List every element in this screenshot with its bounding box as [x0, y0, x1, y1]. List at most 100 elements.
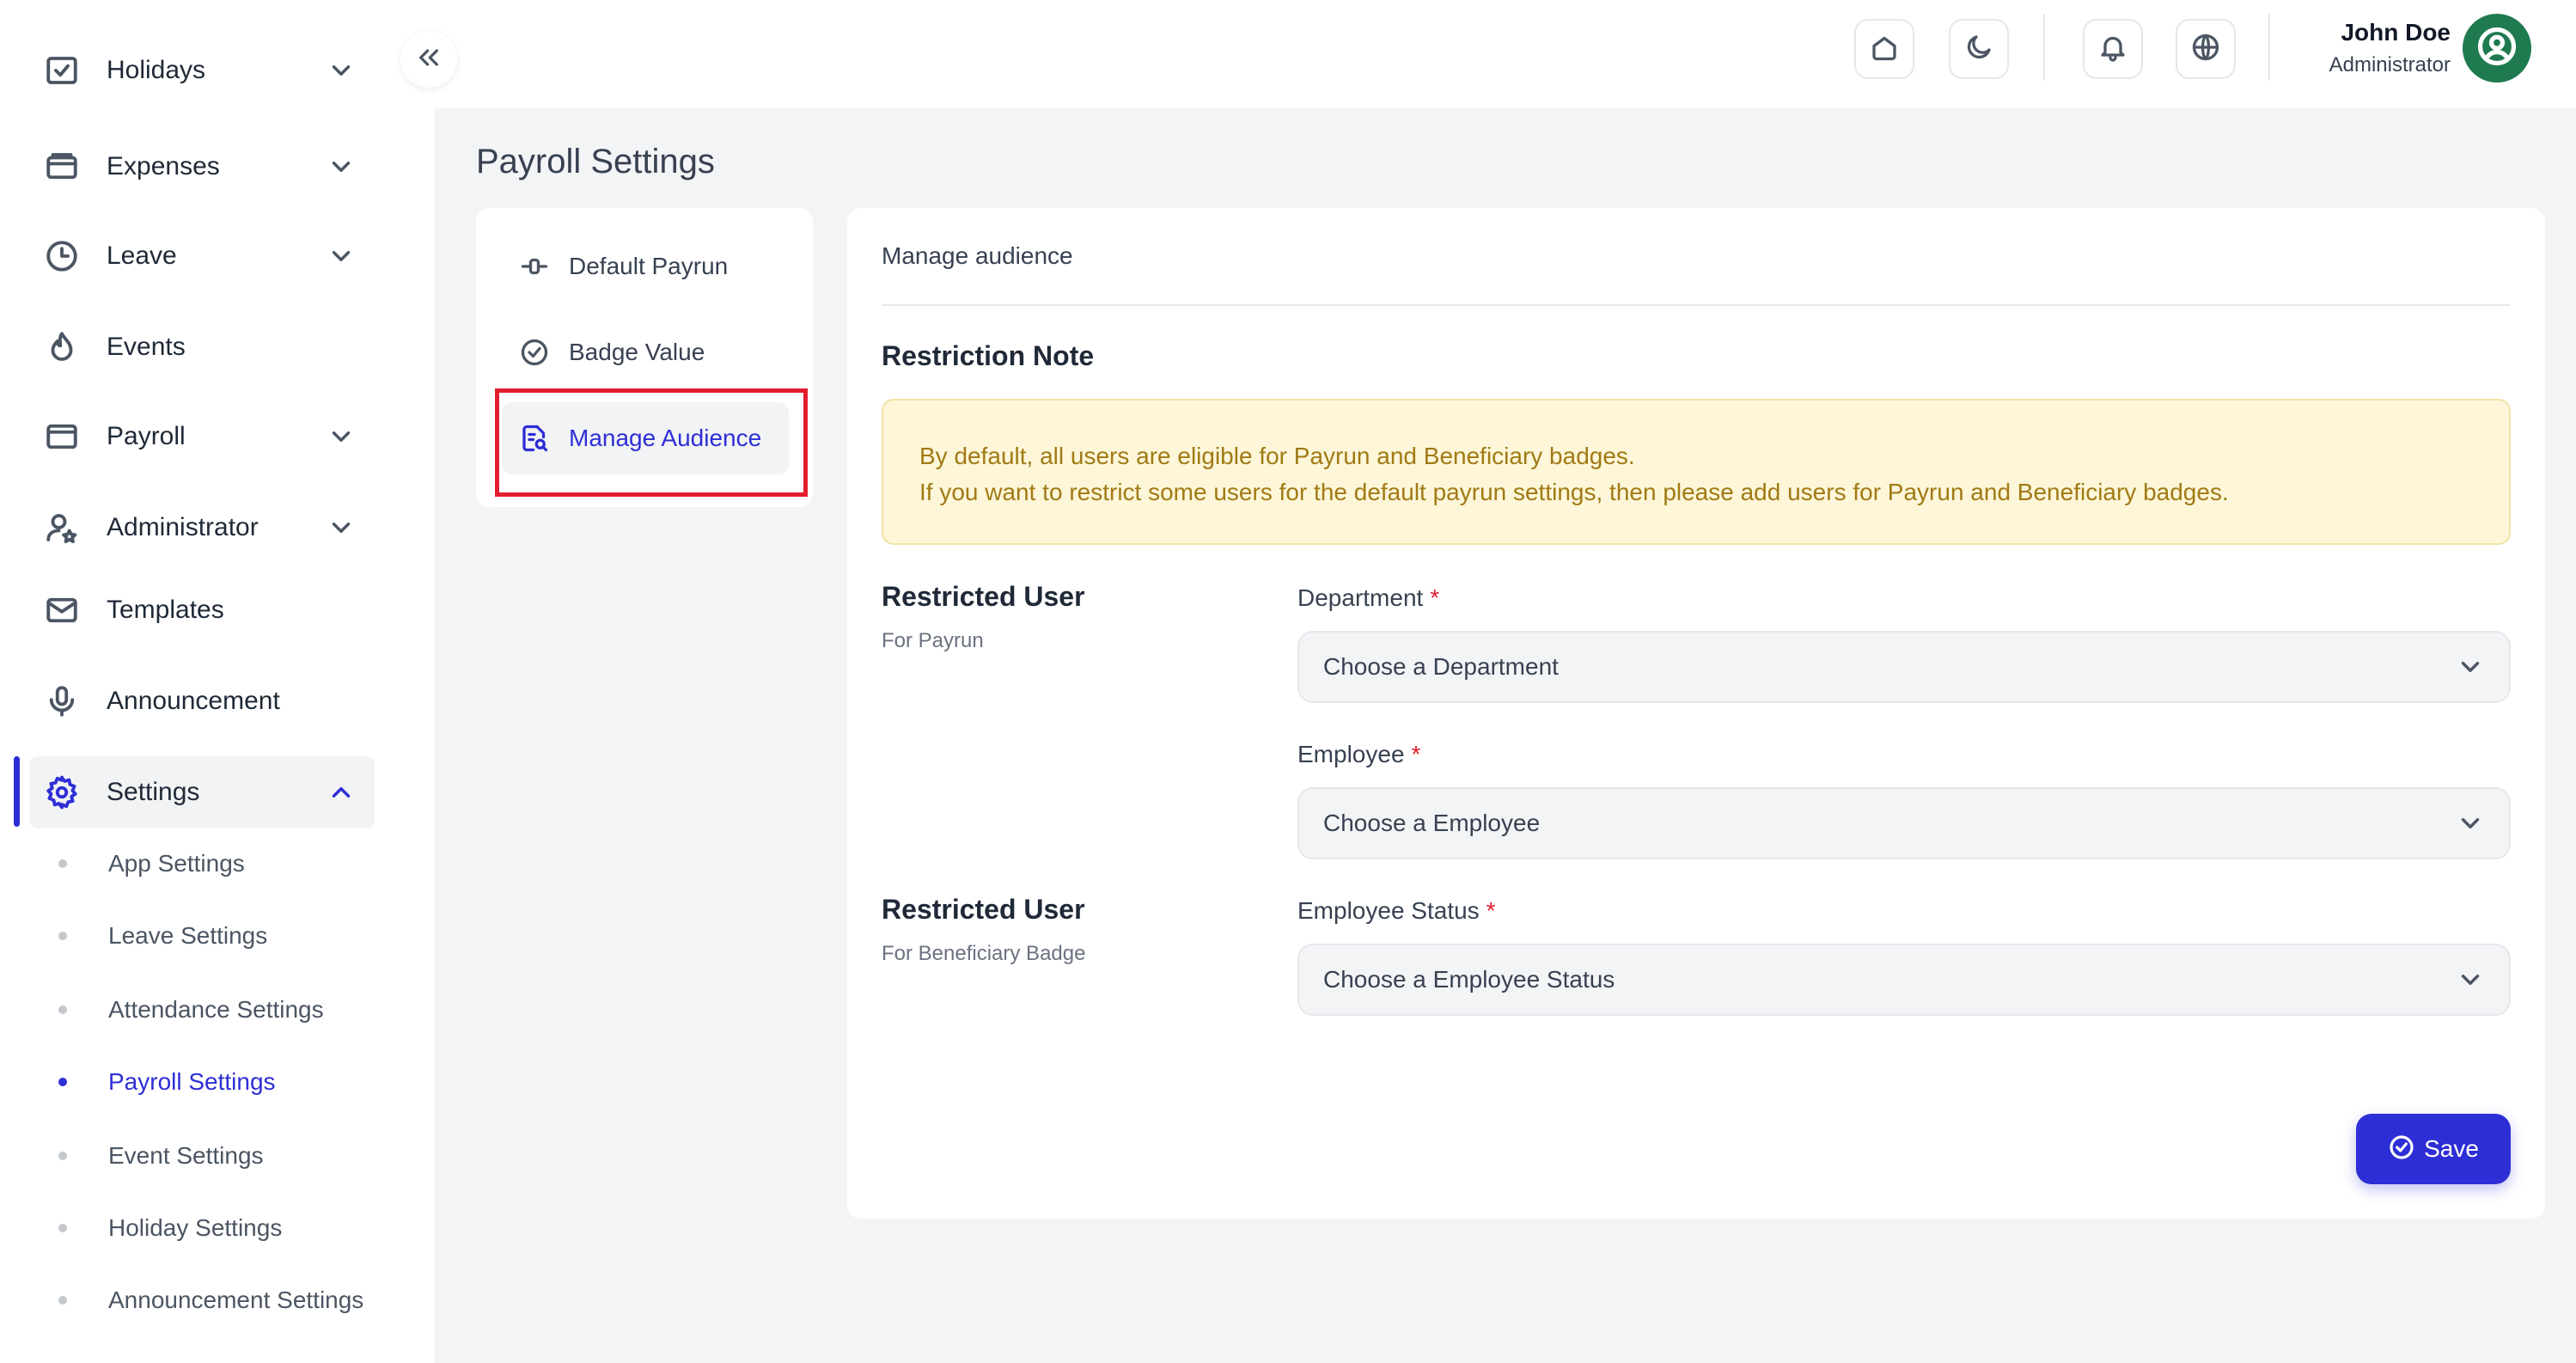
sidebar-sub-leave-settings[interactable]: Leave Settings: [58, 914, 267, 957]
sidebar-item-administrator[interactable]: Administrator: [29, 492, 375, 564]
sidebar-item-label: Events: [107, 333, 186, 361]
chevron-down-icon: [2456, 965, 2485, 994]
sidebar-item-holidays[interactable]: Holidays: [29, 34, 375, 107]
sidebar-item-leave[interactable]: Leave: [29, 220, 375, 292]
avatar[interactable]: [2463, 14, 2531, 83]
page-title: Payroll Settings: [476, 143, 715, 180]
manage-audience-card: Manage audience Restriction Note By defa…: [847, 208, 2545, 1219]
sidebar-item-announcement[interactable]: Announcement: [29, 665, 375, 737]
bullet-dot: [58, 932, 67, 940]
sidebar-sub-label: Holiday Settings: [108, 1214, 283, 1241]
tab-default-payrun[interactable]: Default Payrun: [502, 230, 789, 303]
chevron-down-icon: [327, 56, 356, 85]
restricted-user-payrun-subtitle: For Payrun: [882, 629, 984, 652]
calendar-check-icon: [43, 52, 81, 89]
divider: [882, 304, 2511, 306]
bell-icon: [2097, 32, 2128, 67]
sidebar-sub-attendance-settings[interactable]: Attendance Settings: [58, 988, 324, 1031]
save-label: Save: [2424, 1135, 2479, 1162]
wallet-icon: [43, 148, 81, 186]
bullet-dot: [58, 859, 67, 868]
document-search-icon: [519, 423, 550, 454]
bullet-dot: [58, 1078, 67, 1086]
restricted-user-payrun-title: Restricted User: [882, 581, 1085, 612]
chevron-down-icon: [2456, 652, 2485, 682]
toggle-icon: [519, 251, 550, 282]
card-icon: [43, 418, 81, 455]
chevron-down-icon: [2456, 809, 2485, 838]
sidebar-sub-label: Leave Settings: [108, 922, 268, 949]
sidebar: Holidays Expenses Leave Events Payroll A…: [0, 0, 435, 1363]
bullet-dot: [58, 1224, 67, 1232]
employee-status-select[interactable]: Choose a Employee Status: [1297, 944, 2511, 1016]
department-select[interactable]: Choose a Department: [1297, 631, 2511, 703]
employee-status-label: Employee Status *: [1297, 897, 1496, 925]
sidebar-sub-announcement-settings[interactable]: Announcement Settings: [58, 1279, 363, 1322]
notifications-button[interactable]: [2083, 19, 2143, 79]
check-circle-icon: [519, 337, 550, 368]
sidebar-sub-label: Event Settings: [108, 1142, 264, 1169]
sidebar-item-templates[interactable]: Templates: [29, 574, 375, 646]
employee-select-value: Choose a Employee: [1323, 810, 1541, 836]
clock-icon: [43, 237, 81, 275]
restriction-note: By default, all users are eligible for P…: [882, 399, 2511, 545]
employee-select[interactable]: Choose a Employee: [1297, 787, 2511, 859]
employee-status-label-text: Employee Status: [1297, 897, 1480, 924]
sidebar-sub-label: App Settings: [108, 850, 245, 877]
tab-manage-audience[interactable]: Manage Audience: [502, 402, 789, 474]
restriction-note-title: Restriction Note: [882, 340, 1095, 371]
sidebar-item-settings[interactable]: Settings: [29, 756, 375, 828]
sidebar-item-label: Templates: [107, 596, 224, 624]
sidebar-item-label: Announcement: [107, 687, 280, 715]
tab-label: Default Payrun: [569, 253, 729, 279]
sidebar-sub-app-settings[interactable]: App Settings: [58, 842, 245, 885]
sidebar-sub-label: Announcement Settings: [108, 1287, 364, 1313]
tab-label: Badge Value: [569, 339, 705, 365]
user-role: Administrator: [2329, 53, 2451, 76]
sidebar-item-expenses[interactable]: Expenses: [29, 131, 375, 203]
top-bar: John Doe Administrator: [435, 0, 2576, 108]
tab-badge-value[interactable]: Badge Value: [502, 316, 789, 388]
save-button[interactable]: Save: [2356, 1114, 2511, 1184]
gear-icon: [43, 773, 81, 811]
divider: [2043, 14, 2045, 81]
divider: [2268, 14, 2270, 81]
chevron-up-icon: [327, 778, 356, 807]
required-mark: *: [1486, 897, 1496, 924]
globe-icon: [2190, 32, 2221, 67]
theme-toggle-button[interactable]: [1949, 19, 2009, 79]
envelope-icon: [43, 591, 81, 629]
user-circle-icon: [2475, 24, 2519, 73]
chevron-down-icon: [327, 422, 356, 451]
employee-status-select-value: Choose a Employee Status: [1323, 966, 1615, 993]
bullet-dot: [58, 1296, 67, 1305]
employee-label: Employee *: [1297, 741, 1420, 768]
restricted-user-badge-subtitle: For Beneficiary Badge: [882, 942, 1086, 965]
department-label-text: Department: [1297, 584, 1424, 611]
language-button[interactable]: [2176, 19, 2236, 79]
home-button[interactable]: [1854, 19, 1914, 79]
flame-icon: [43, 328, 81, 366]
sidebar-item-payroll[interactable]: Payroll: [29, 400, 375, 473]
note-line: By default, all users are eligible for P…: [919, 443, 1635, 469]
user-name: John Doe: [2341, 19, 2451, 46]
department-select-value: Choose a Department: [1323, 653, 1559, 680]
required-mark: *: [1411, 741, 1421, 767]
moon-icon: [1963, 32, 1994, 67]
chevron-down-icon: [327, 513, 356, 542]
tab-label: Manage Audience: [569, 425, 762, 451]
sidebar-item-label: Settings: [107, 778, 200, 806]
sidebar-sub-event-settings[interactable]: Event Settings: [58, 1134, 264, 1177]
chevron-down-icon: [327, 152, 356, 181]
sidebar-sub-label: Payroll Settings: [108, 1068, 276, 1095]
restricted-user-badge-title: Restricted User: [882, 894, 1085, 925]
bullet-dot: [58, 1005, 67, 1014]
sidebar-item-label: Payroll: [107, 422, 186, 450]
chevron-down-icon: [327, 241, 356, 271]
sidebar-item-events[interactable]: Events: [29, 311, 375, 383]
sidebar-item-label: Expenses: [107, 152, 220, 180]
sidebar-sub-holiday-settings[interactable]: Holiday Settings: [58, 1207, 282, 1250]
sidebar-item-label: Holidays: [107, 56, 206, 84]
collapse-sidebar-button[interactable]: [400, 31, 457, 88]
sidebar-sub-payroll-settings[interactable]: Payroll Settings: [58, 1060, 276, 1103]
